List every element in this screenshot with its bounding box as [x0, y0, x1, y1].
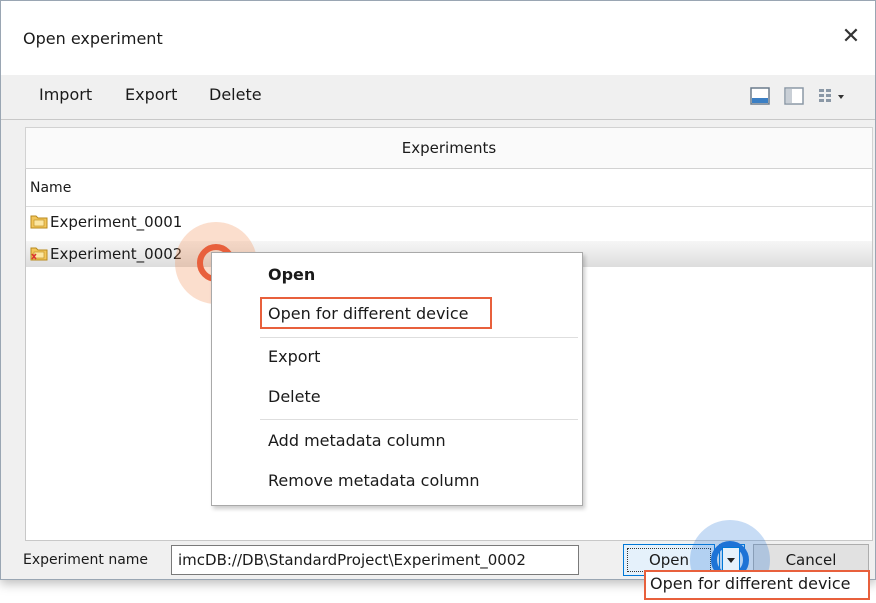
view-options — [749, 85, 847, 107]
menu-separator — [260, 419, 578, 420]
columns-dropdown-icon[interactable] — [817, 86, 847, 106]
experiment-name-label: Experiment name — [23, 552, 149, 568]
menu-item-delete[interactable]: Delete — [268, 387, 321, 406]
delete-button[interactable]: Delete — [209, 85, 262, 104]
close-icon[interactable]: ✕ — [837, 23, 865, 51]
bottom-panel-layout-icon[interactable] — [749, 86, 771, 106]
experiments-header: Experiments — [25, 127, 873, 169]
context-menu: Open Open for different device Export De… — [211, 252, 583, 506]
export-button[interactable]: Export — [125, 85, 177, 104]
menu-item-open-different-device[interactable]: Open for different device — [268, 304, 469, 323]
toolbar: Import Export Delete — [1, 75, 875, 120]
folder-icon — [30, 215, 48, 229]
experiment-row[interactable]: Experiment_0001 — [26, 209, 872, 235]
import-button[interactable]: Import — [39, 85, 92, 104]
folder-locked-icon — [30, 247, 48, 261]
experiment-name: Experiment_0001 — [50, 213, 183, 231]
name-column-header[interactable]: Name — [26, 169, 872, 207]
menu-item-export[interactable]: Export — [268, 347, 320, 366]
dialog-title: Open experiment — [23, 29, 163, 48]
experiment-name: Experiment_0002 — [50, 245, 183, 263]
menu-item-open[interactable]: Open — [268, 265, 315, 284]
open-dropdown-menu-item[interactable]: Open for different device — [644, 570, 870, 600]
experiment-name-field[interactable]: imcDB://DB\StandardProject\Experiment_00… — [171, 545, 579, 575]
chevron-down-icon — [727, 558, 735, 563]
title-bar: Open experiment ✕ — [1, 1, 875, 75]
menu-item-remove-metadata-column[interactable]: Remove metadata column — [268, 471, 480, 490]
menu-separator — [260, 337, 578, 338]
menu-item-add-metadata-column[interactable]: Add metadata column — [268, 431, 446, 450]
side-panel-layout-icon[interactable] — [783, 86, 805, 106]
